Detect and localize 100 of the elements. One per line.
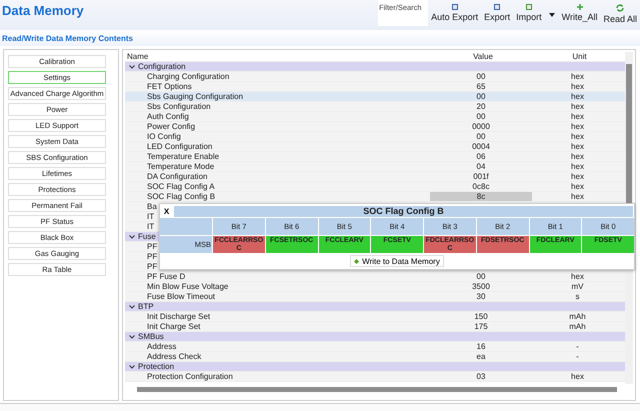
chevron-icon[interactable] (129, 304, 135, 308)
table-cell: Address (147, 342, 176, 351)
chevron-icon[interactable] (129, 64, 135, 68)
table-cell-text: hex (570, 192, 585, 201)
table-cell-text: hex (570, 152, 585, 161)
table-row[interactable]: Min Blow Fuse Voltage 3500 mV (125, 282, 625, 292)
group-name: SMBus (138, 332, 164, 342)
caret-icon[interactable] (548, 13, 555, 17)
table-row[interactable]: Address Check ea - (125, 352, 625, 362)
table-cell-text: hex (570, 132, 585, 141)
table-row[interactable]: Temperature Mode 04 hex (125, 162, 625, 172)
column-header[interactable]: Name (125, 52, 432, 61)
table-cell: IT (147, 212, 154, 221)
table-cell-text: 04 (476, 162, 486, 171)
table-cell: 8c (430, 192, 532, 201)
table-cell-text: 06 (476, 152, 486, 161)
header-cell (160, 218, 212, 235)
group-row[interactable]: BTP (125, 302, 625, 312)
group-row[interactable]: Configuration (125, 62, 625, 72)
group-name: Fuse (138, 232, 156, 242)
column-header[interactable]: Unit (534, 52, 625, 61)
table-cell: FET Options (147, 82, 192, 91)
table-row[interactable]: Protection Configuration 03 hex (125, 372, 625, 382)
refresh-icon (616, 4, 624, 12)
table-row[interactable]: PF Fuse D 00 hex (125, 272, 625, 282)
table-row[interactable]: Auth Config 00 hex (125, 112, 625, 122)
table-cell-text: hex (570, 172, 585, 181)
table-cell-text: 03 (476, 372, 486, 381)
table-row[interactable]: Power Config 0000 hex (125, 122, 625, 132)
table-cell: Min Blow Fuse Voltage (147, 282, 228, 291)
table-row[interactable]: Fuse Blow Timeout 30 s (125, 292, 625, 302)
table-cell: SOC Flag Config B (147, 192, 216, 201)
table-cell: Fuse Blow Timeout (147, 292, 216, 301)
toolbar-button[interactable]: Write_All (558, 0, 600, 24)
toolbar-button[interactable]: Auto Export (428, 0, 482, 24)
table-row[interactable]: Address 16 - (125, 342, 625, 352)
write-button[interactable]: Write to Data Memory (350, 255, 444, 267)
table-cell-text: hex (570, 272, 585, 281)
table-cell-text: 30 (476, 292, 486, 301)
table-cell-text: 0c8c (472, 182, 490, 191)
toolbar-button[interactable]: Import (513, 0, 545, 24)
table-cell: Auth Config (147, 112, 189, 121)
table-row[interactable]: Temperature Enable 06 hex (125, 152, 625, 162)
table-cell: DA Configuration (147, 172, 208, 181)
group-name: BTP (138, 302, 154, 312)
page-title: Data Memory (1, 2, 84, 18)
toolbar-button[interactable]: Export (481, 0, 514, 24)
table-cell: PF (147, 242, 158, 251)
table-cell-text: ea (476, 352, 486, 361)
table-cell-text: 00 (476, 272, 486, 281)
table-cell-text: 0004 (471, 142, 491, 151)
table-cell-text: 0000 (471, 122, 491, 131)
table-cell: SOC Flag Config A (147, 182, 215, 191)
table-cell-text: 00 (476, 72, 486, 81)
toolbar-button[interactable]: Read All (600, 0, 640, 24)
column-header[interactable]: Value (432, 52, 534, 61)
table-cell-text: 00 (476, 132, 486, 141)
table-cell-text: hex (570, 82, 585, 91)
plus-icon (576, 4, 583, 10)
table-cell-text: 00 (476, 112, 486, 121)
table-cell: Temperature Enable (147, 152, 220, 161)
chevron-icon[interactable] (129, 364, 135, 368)
chevron-icon[interactable] (129, 234, 135, 238)
table-row[interactable]: DA Configuration 001f hex (125, 172, 625, 182)
table-cell-text: 20 (476, 102, 486, 111)
table-row[interactable]: LED Configuration 0004 hex (125, 142, 625, 152)
table-cell: Power Config (147, 122, 196, 131)
table-cell-text: 001f (472, 172, 490, 181)
table-cell: PF Fuse D (147, 272, 186, 281)
table-cell-text: hex (570, 122, 585, 131)
chevron-icon[interactable] (129, 334, 135, 338)
table-cell-text: 3500 (471, 282, 491, 291)
document-icon (526, 4, 532, 10)
table-cell-text: - (575, 342, 580, 351)
table-row[interactable]: Sbs Configuration 20 hex (125, 102, 625, 112)
group-name: Protection (138, 362, 174, 372)
table-cell-text: hex (570, 162, 585, 171)
table-row[interactable]: Charging Configuration 00 hex (125, 72, 625, 82)
table-cell-text: hex (570, 142, 585, 151)
group-row[interactable]: Protection (125, 362, 625, 372)
table-cell-text: mV (570, 282, 584, 291)
table-cell-text: hex (570, 72, 585, 81)
section-title: Read/Write Data Memory Contents (0, 30, 640, 46)
table-cell-text: mAh (568, 322, 587, 331)
document-icon (494, 4, 500, 10)
table-row[interactable]: FET Options 65 hex (125, 82, 625, 92)
table-row[interactable]: Init Charge Set 175 mAh (125, 322, 625, 332)
table-row[interactable]: Init Discharge Set 150 mAh (125, 312, 625, 322)
table-cell-text: - (575, 352, 580, 361)
table-row[interactable]: Sbs Gauging Configuration 00 hex (125, 92, 625, 102)
table-row[interactable]: SOC Flag Config A 0c8c hex (125, 182, 625, 192)
table-row[interactable]: SOC Flag Config B 8c hex (125, 192, 625, 202)
table-cell-text: mAh (568, 312, 587, 321)
table-cell-text: 150 (473, 312, 489, 321)
group-row[interactable]: SMBus (125, 332, 625, 342)
table-row[interactable]: IO Config 00 hex (125, 132, 625, 142)
table-cell-text: hex (570, 112, 585, 121)
table-cell-text: 175 (473, 322, 489, 331)
scrollbar[interactable] (137, 387, 617, 392)
table-cell: IO Config (147, 132, 181, 141)
